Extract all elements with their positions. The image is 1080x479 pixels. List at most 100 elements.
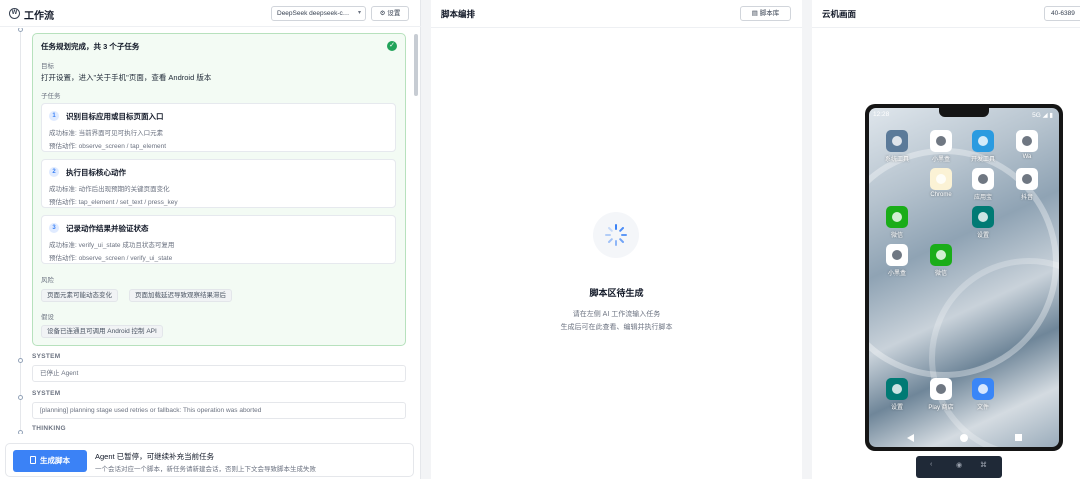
chevron-down-icon: ▾ xyxy=(357,10,361,16)
app-tools-folder[interactable]: 系统工具 xyxy=(883,130,911,163)
app-chrome[interactable]: Chrome xyxy=(927,168,955,198)
app-label: 微信 xyxy=(934,271,947,277)
system-message: [planning] planning stage used retries o… xyxy=(32,402,406,419)
app-wechat[interactable]: 微信 xyxy=(883,206,911,239)
control-home-icon[interactable]: ◉ xyxy=(956,461,962,469)
empty-state-hint: 请在左侧 AI 工作流输入任务 xyxy=(572,311,661,318)
wa-icon xyxy=(1016,130,1038,152)
spinner-icon xyxy=(605,224,627,246)
app-music[interactable]: 抖音 xyxy=(1013,168,1041,201)
agent-status-text: Agent 已暂停，可继续补充当前任务 xyxy=(95,452,215,461)
session-hint-text: 一个会话对应一个脚本，新任务请新建会话，否则上下文会导致脚本生成失败 xyxy=(95,466,316,473)
workflow-logo-icon: W xyxy=(9,8,20,19)
device-screen[interactable]: 12:28 5G ◢ ▮ 系统工具 小黑盒 开发工具 Wa Chrome 应用宝 抖音 微信设… xyxy=(869,108,1059,447)
app-files[interactable]: 文件 xyxy=(969,378,997,411)
status-indicators: 5G ◢ ▮ xyxy=(1032,112,1053,119)
subtask-title: 识别目标应用或目标页面入口 xyxy=(66,112,164,121)
generate-script-button[interactable]: 生成脚本 xyxy=(13,450,87,472)
cloud-device-header: 云机画面 40-6389 xyxy=(812,0,1080,28)
script-library-label: 脚本库 xyxy=(759,10,780,17)
plan-heading: 任务规划完成，共 3 个子任务 xyxy=(41,42,140,51)
plan-card: 任务规划完成，共 3 个子任务 ✓ 目标 打开设置，进入"关于手机"页面，查看 … xyxy=(32,33,406,346)
app-dev-tools[interactable]: 开发工具 xyxy=(969,130,997,163)
device-control-bar: ‹ ◉ ⌘ xyxy=(916,456,1002,478)
settings-icon xyxy=(886,378,908,400)
dev-tools-icon xyxy=(972,130,994,152)
control-back-icon[interactable]: ‹ xyxy=(930,461,932,468)
app-store-icon xyxy=(972,168,994,190)
assumption-chip: 设备已连通且可调用 Android 控制 API xyxy=(41,325,163,338)
script-library-button[interactable]: ▤ 脚本库 xyxy=(740,6,791,21)
subtask-card: 1 识别目标应用或目标页面入口 成功标准: 当前界面可见可执行入口元素 预估动作… xyxy=(41,103,396,152)
library-icon: ▤ xyxy=(751,10,758,17)
settings-label: 设置 xyxy=(387,10,401,17)
device-frame: 12:28 5G ◢ ▮ 系统工具 小黑盒 开发工具 Wa Chrome 应用宝 抖音 微信设… xyxy=(865,104,1063,451)
subtask-title: 执行目标核心动作 xyxy=(66,168,126,177)
app-settings[interactable]: 设置 xyxy=(969,206,997,239)
app-wa[interactable]: Wa xyxy=(1013,130,1041,160)
app-heybox[interactable]: 小黑盒 xyxy=(927,130,955,163)
check-circle-icon: ✓ xyxy=(387,41,397,51)
device-select[interactable]: 40-6389 xyxy=(1044,6,1080,21)
nav-bar xyxy=(869,429,1059,447)
app-label: 文件 xyxy=(976,405,989,411)
subtask-card: 3 记录动作结果并验证状态 成功标准: verify_ui_state 成功且状… xyxy=(41,215,396,264)
tools-folder-icon xyxy=(886,130,908,152)
control-menu-icon[interactable]: ⌘ xyxy=(980,461,987,469)
panel-title: 脚本编排 xyxy=(441,9,476,19)
assumptions-label: 假设 xyxy=(41,314,54,321)
model-select-value: DeepSeek deepseek-c… xyxy=(277,10,350,17)
recents-icon[interactable] xyxy=(1015,434,1022,441)
subtask-number: 1 xyxy=(49,111,59,121)
settings-icon xyxy=(972,206,994,228)
device-id: 40-6389 xyxy=(1051,10,1075,17)
subtask-card: 2 执行目标核心动作 成功标准: 动作后出现预期的关键页面变化 预估动作: ta… xyxy=(41,159,396,208)
subtask-actions: 预估动作: tap_element / set_text / press_key xyxy=(49,199,178,206)
subtask-actions: 预估动作: observe_screen / tap_element xyxy=(49,143,167,150)
app-play-store[interactable]: Play 商店 xyxy=(927,378,955,411)
gear-icon: ⚙ xyxy=(379,10,386,17)
system-label: SYSTEM xyxy=(32,390,61,397)
workflow-panel: W 工作流 DeepSeek deepseek-c… ▾ ⚙ 设置 任务规划完成… xyxy=(0,0,421,479)
back-icon[interactable] xyxy=(907,434,914,442)
wechat-icon xyxy=(930,244,952,266)
thinking-label: THINKING xyxy=(32,425,66,432)
subtasks-label: 子任务 xyxy=(41,93,61,100)
subtask-actions: 预估动作: observe_screen / verify_ui_state xyxy=(49,255,173,262)
panel-title: 云机画面 xyxy=(822,9,857,19)
app-label: 微信 xyxy=(890,233,903,239)
app-label: Wa xyxy=(1022,154,1032,160)
risk-chip: 页面加载延迟导致观察结果滞后 xyxy=(129,289,232,302)
risks-label: 风险 xyxy=(41,277,54,284)
app-heybox[interactable]: 小黑盒 xyxy=(883,244,911,277)
timeline-line xyxy=(20,28,21,434)
app-app-store[interactable]: 应用宝 xyxy=(969,168,997,201)
status-time: 12:28 xyxy=(873,111,890,118)
app-label: 设置 xyxy=(890,405,903,411)
app-label: Chrome xyxy=(930,192,952,198)
app-label: 设置 xyxy=(976,233,989,239)
app-wechat[interactable]: 微信 xyxy=(927,244,955,277)
workflow-timeline[interactable]: 任务规划完成，共 3 个子任务 ✓ 目标 打开设置，进入"关于手机"页面，查看 … xyxy=(0,28,421,434)
scrollbar-thumb[interactable] xyxy=(414,34,418,96)
subtask-criteria: 成功标准: 当前界面可见可执行入口元素 xyxy=(49,130,164,137)
model-select[interactable]: DeepSeek deepseek-c… ▾ xyxy=(271,6,366,21)
files-icon xyxy=(972,378,994,400)
settings-button[interactable]: ⚙ 设置 xyxy=(371,6,409,21)
app-label: 小黑盒 xyxy=(931,157,950,163)
script-editor-panel: 脚本编排 ▤ 脚本库 脚本区待生成 请在左侧 AI 工作流输入任务 生成后可在此… xyxy=(431,0,802,479)
cloud-device-panel: 云机画面 40-6389 12:28 5G ◢ ▮ 系统工具小黑盒 开发工具 Wa C… xyxy=(812,0,1080,479)
app-label: 开发工具 xyxy=(970,157,995,163)
camera-notch xyxy=(939,108,989,117)
app-settings[interactable]: 设置 xyxy=(883,378,911,411)
generate-script-label: 生成脚本 xyxy=(40,456,70,465)
home-icon[interactable] xyxy=(960,434,968,442)
subtask-number: 3 xyxy=(49,223,59,233)
timeline-dot xyxy=(18,430,23,434)
play-store-icon xyxy=(930,378,952,400)
heybox-icon xyxy=(930,130,952,152)
goal-label: 目标 xyxy=(41,63,54,70)
subtask-number: 2 xyxy=(49,167,59,177)
goal-text: 打开设置，进入"关于手机"页面，查看 Android 版本 xyxy=(41,73,212,82)
wechat-icon xyxy=(886,206,908,228)
